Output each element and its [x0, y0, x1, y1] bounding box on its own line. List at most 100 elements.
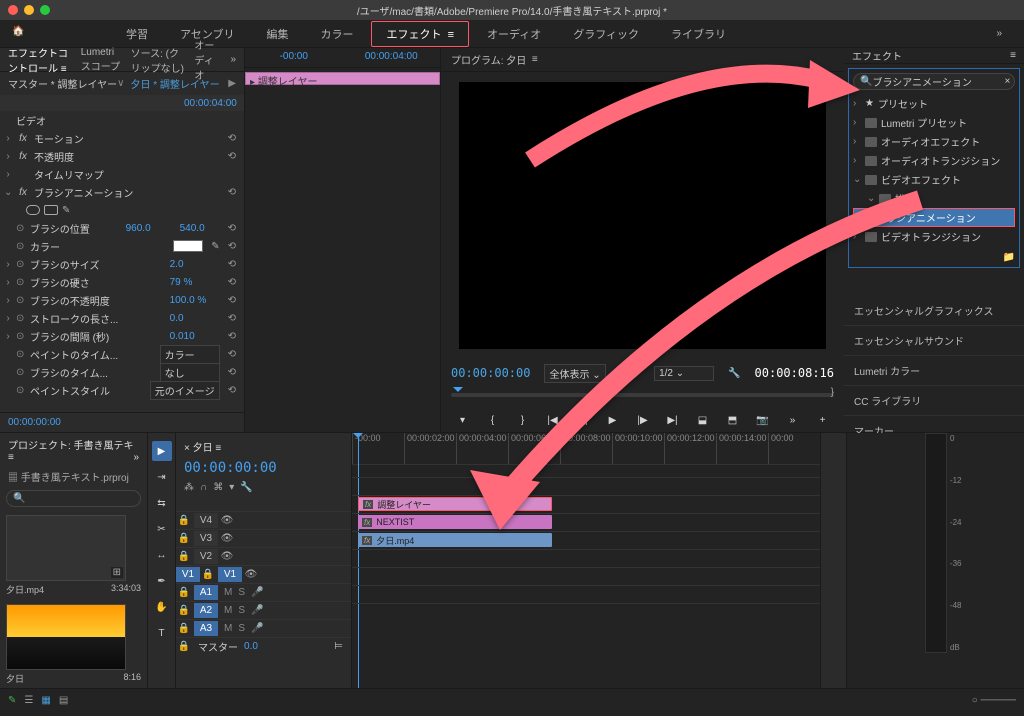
export-frame-icon[interactable]: 📷	[755, 415, 771, 426]
new-bin-icon[interactable]: 📁	[1003, 252, 1015, 263]
ripple-tool-icon[interactable]: ⇆	[152, 493, 172, 513]
tree-video-fx[interactable]: ビデオエフェクト	[881, 172, 961, 187]
tree-audio-trans[interactable]: オーディオトランジション	[881, 153, 1000, 168]
freeform-view-icon[interactable]: ▤	[59, 695, 68, 706]
fx-time-remap[interactable]: タイムリマップ	[34, 167, 240, 182]
panel-ess-sound[interactable]: エッセンシャルサウンド	[844, 326, 1024, 356]
playhead-icon[interactable]	[453, 387, 463, 397]
snap-icon[interactable]: ⁂	[184, 482, 194, 493]
fit-dropdown[interactable]: 全体表示 ⌄	[544, 364, 605, 383]
track-v4[interactable]: V4	[194, 513, 218, 528]
play-icon[interactable]: ▶	[605, 415, 621, 426]
mark-out-icon[interactable]: }	[515, 415, 531, 426]
sequence-tab[interactable]: × 夕日 ≡	[176, 433, 351, 460]
reset-icon[interactable]: ⟲	[224, 313, 240, 324]
tree-presets[interactable]: プリセット	[878, 96, 928, 111]
rect-mask-icon[interactable]	[44, 205, 58, 215]
effects-search-input[interactable]	[872, 76, 1004, 87]
tab-effect-controls[interactable]: エフェクトコントロール ≡	[8, 45, 71, 75]
step-fwd-icon[interactable]: |▶	[635, 415, 651, 426]
minimize-icon[interactable]	[24, 5, 34, 15]
v-brush-pos-x[interactable]: 960.0	[126, 223, 176, 234]
razor-tool-icon[interactable]: ✂	[152, 519, 172, 539]
lock-icon[interactable]: 🔒	[176, 551, 192, 562]
tree-audio-fx[interactable]: オーディオエフェクト	[881, 134, 980, 149]
ws-color[interactable]: カラー	[306, 22, 367, 46]
reset-icon[interactable]: ⟲	[224, 331, 240, 342]
slip-tool-icon[interactable]: ↔	[152, 545, 172, 565]
reset-icon[interactable]: ⟲	[224, 241, 240, 252]
tree-lumetri[interactable]: Lumetri プリセット	[881, 115, 967, 130]
v-brush-opacity[interactable]: 100.0 %	[170, 295, 220, 306]
ws-audio[interactable]: オーディオ	[473, 22, 555, 46]
color-swatch[interactable]	[173, 240, 203, 252]
panel-cc-library[interactable]: CC ライブラリ	[844, 386, 1024, 416]
ws-graphics[interactable]: グラフィック	[559, 22, 653, 46]
list-view-icon[interactable]: ☰	[24, 695, 33, 706]
close-icon[interactable]	[8, 5, 18, 15]
src-v1[interactable]: V1	[176, 567, 200, 582]
project-tab[interactable]: プロジェクト: 手書き風テキ ≡ »	[0, 433, 147, 467]
track-v2[interactable]: V2	[194, 549, 218, 564]
go-out-icon[interactable]: ▶|	[665, 415, 681, 426]
clip-nextist[interactable]: fxNEXTIST	[358, 515, 552, 529]
ec-timecode[interactable]: 00:00:00:00	[0, 412, 244, 432]
icon-view-icon[interactable]: ▦	[41, 695, 50, 706]
reset-icon[interactable]: ⟲	[224, 277, 240, 288]
v-brush-size[interactable]: 2.0	[170, 259, 220, 270]
home-icon[interactable]: 🏠	[12, 26, 28, 42]
type-tool-icon[interactable]: T	[152, 623, 172, 643]
reset-icon[interactable]: ⟲	[224, 349, 240, 360]
extract-icon[interactable]: ⬒	[725, 415, 741, 426]
tree-sub-draw[interactable]: 描画	[895, 191, 915, 206]
track-a2[interactable]: A2	[194, 603, 218, 618]
fx-motion[interactable]: モーション	[34, 131, 220, 146]
dd-brush-time[interactable]: なし	[160, 363, 220, 382]
v-brush-hard[interactable]: 79 %	[170, 277, 220, 288]
magnet-icon[interactable]: ∩	[200, 482, 207, 493]
settings-icon[interactable]: 🔧	[240, 482, 252, 493]
dd-paint-time[interactable]: カラー	[160, 345, 220, 364]
track-v3[interactable]: V3	[194, 531, 218, 546]
program-scrubber[interactable]: }	[451, 387, 834, 409]
step-back-icon[interactable]: ◀|	[575, 415, 591, 426]
lock-icon[interactable]: 🔒	[176, 605, 192, 616]
timeline-timecode[interactable]: 00:00:00:00	[176, 460, 351, 482]
effect-brush-animation[interactable]: ▦ ブラシアニメーション	[853, 208, 1015, 227]
fx-brush-animation[interactable]: ブラシアニメーション	[34, 185, 220, 200]
dd-paint-style[interactable]: 元のイメージ	[150, 381, 220, 400]
track-a3[interactable]: A3	[194, 621, 218, 636]
mini-clip-adj[interactable]: ▸ 調整レイヤー	[245, 72, 440, 85]
lock-icon[interactable]: 🔒	[200, 569, 216, 580]
add-marker-icon[interactable]: ▾	[455, 415, 471, 426]
reset-icon[interactable]: ⟲	[224, 259, 240, 270]
eye-icon[interactable]: 👁	[218, 533, 236, 544]
reset-icon[interactable]: ⟲	[224, 367, 240, 378]
program-monitor[interactable]	[459, 82, 826, 349]
add-button-icon[interactable]: +	[815, 415, 831, 426]
pen-mask-icon[interactable]: ✎	[62, 205, 76, 215]
panel-overflow-icon[interactable]: »	[230, 54, 236, 65]
clear-search-icon[interactable]: ×	[1004, 76, 1010, 87]
scale-dropdown[interactable]: 1/2 ⌄	[654, 366, 714, 381]
v-brush-gap[interactable]: 0.010	[170, 331, 220, 342]
track-v1[interactable]: V1	[218, 567, 242, 582]
clip-video[interactable]: fx夕日.mp4	[358, 533, 552, 547]
ws-learn[interactable]: 学習	[112, 22, 162, 46]
reset-icon[interactable]: ⟲	[224, 133, 240, 144]
lock-icon[interactable]: 🔒	[176, 623, 192, 634]
program-timecode[interactable]: 00:00:00:00	[451, 366, 530, 380]
reset-icon[interactable]: ⟲	[224, 187, 240, 198]
wrench-icon[interactable]: 🔧	[728, 368, 740, 379]
ec-sequence-link[interactable]: 夕日 * 調整レイヤー	[130, 76, 219, 91]
eyedropper-icon[interactable]: ✎	[211, 241, 219, 252]
maximize-icon[interactable]	[40, 5, 50, 15]
markers-icon[interactable]: ▾	[229, 482, 234, 493]
lock-icon[interactable]: 🔒	[176, 533, 192, 544]
reset-icon[interactable]: ⟲	[224, 295, 240, 306]
go-in-icon[interactable]: |◀	[545, 415, 561, 426]
selection-tool-icon[interactable]: ▶	[152, 441, 172, 461]
fx-opacity[interactable]: 不透明度	[34, 149, 220, 164]
hand-tool-icon[interactable]: ✋	[152, 597, 172, 617]
reset-icon[interactable]: ⟲	[224, 223, 240, 234]
